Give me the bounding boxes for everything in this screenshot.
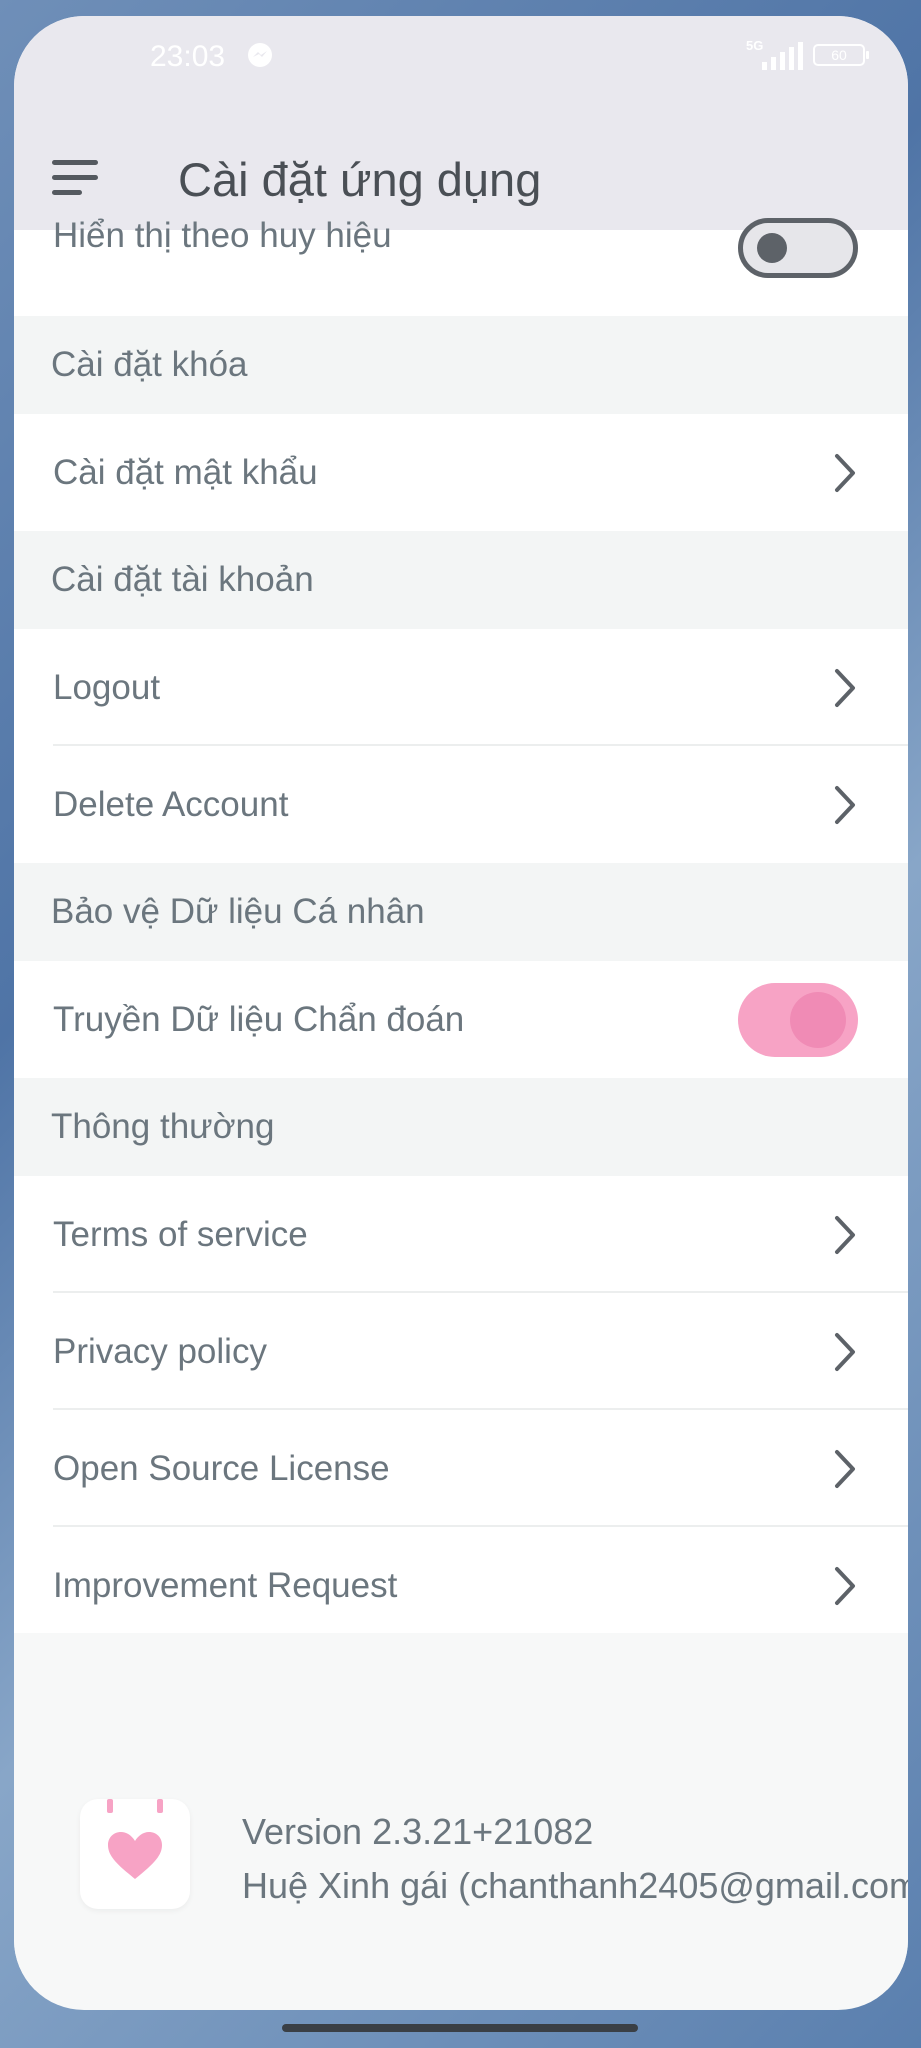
chevron-right-icon	[835, 785, 855, 824]
status-time: 23:03	[150, 40, 226, 73]
badge-display-toggle[interactable]	[738, 218, 858, 278]
battery-icon: 60	[813, 44, 869, 66]
heart-calendar-icon	[107, 1799, 163, 1879]
chevron-right-icon	[835, 668, 855, 707]
user-account-info: Huệ Xinh gái (chanthanh2405@gmail.com)	[242, 1865, 908, 1906]
section-account-settings: Cài đặt tài khoản	[14, 531, 908, 629]
section-lock-settings: Cài đặt khóa	[14, 316, 908, 414]
row-label: Privacy policy	[53, 1331, 267, 1371]
section-header: Bảo vệ Dữ liệu Cá nhân	[51, 892, 425, 931]
page-title: Cài đặt ứng dụng	[178, 153, 542, 206]
chevron-right-icon	[835, 1449, 855, 1488]
diagnostic-data-toggle[interactable]	[738, 982, 858, 1057]
terms-of-service-row[interactable]: Terms of service	[14, 1176, 908, 1293]
chevron-right-icon	[835, 1566, 855, 1605]
improvement-request-row[interactable]: Improvement Request	[14, 1527, 908, 1644]
chevron-right-icon	[835, 453, 855, 492]
app-version: Version 2.3.21+21082	[242, 1811, 594, 1852]
section-personal-data-protection: Bảo vệ Dữ liệu Cá nhân	[14, 863, 908, 961]
delete-account-row[interactable]: Delete Account	[14, 746, 908, 863]
chevron-right-icon	[835, 1215, 855, 1254]
messenger-icon	[248, 43, 272, 67]
logout-row[interactable]: Logout	[14, 629, 908, 746]
menu-icon[interactable]	[52, 160, 102, 200]
settings-list: Hiển thị theo huy hiệu Cài đặt khóa Cài …	[14, 216, 908, 1644]
row-label: Open Source License	[53, 1448, 390, 1488]
status-bar: 23:03 5G 60	[14, 16, 908, 116]
app-info-footer: Version 2.3.21+21082 Huệ Xinh gái (chant…	[14, 1633, 908, 1990]
phone-screen: 23:03 5G 60 Cài đặt ứng dụng Hiển thị th…	[14, 16, 908, 2010]
badge-display-label: Hiển thị theo huy hiệu	[53, 216, 392, 255]
row-label: Terms of service	[53, 1214, 308, 1254]
row-label: Cài đặt mật khẩu	[53, 452, 318, 492]
row-label: Truyền Dữ liệu Chẩn đoán	[53, 999, 465, 1039]
app-bar: Cài đặt ứng dụng	[14, 116, 908, 230]
privacy-policy-row[interactable]: Privacy policy	[14, 1293, 908, 1410]
app-logo	[80, 1799, 190, 1909]
section-general: Thông thường	[14, 1078, 908, 1176]
badge-display-row[interactable]: Hiển thị theo huy hiệu	[14, 216, 908, 316]
home-indicator[interactable]	[282, 2024, 638, 2032]
section-header: Cài đặt khóa	[51, 345, 248, 384]
section-header: Cài đặt tài khoản	[51, 560, 314, 599]
open-source-license-row[interactable]: Open Source License	[14, 1410, 908, 1527]
row-label: Improvement Request	[53, 1565, 398, 1605]
password-settings-row[interactable]: Cài đặt mật khẩu	[14, 414, 908, 531]
section-header: Thông thường	[51, 1107, 275, 1146]
toggle-knob	[790, 991, 846, 1048]
toggle-knob	[757, 233, 787, 263]
chevron-right-icon	[835, 1332, 855, 1371]
row-label: Logout	[53, 667, 161, 707]
signal-icon	[762, 42, 803, 70]
row-label: Delete Account	[53, 784, 289, 824]
diagnostic-data-row[interactable]: Truyền Dữ liệu Chẩn đoán	[14, 961, 908, 1078]
